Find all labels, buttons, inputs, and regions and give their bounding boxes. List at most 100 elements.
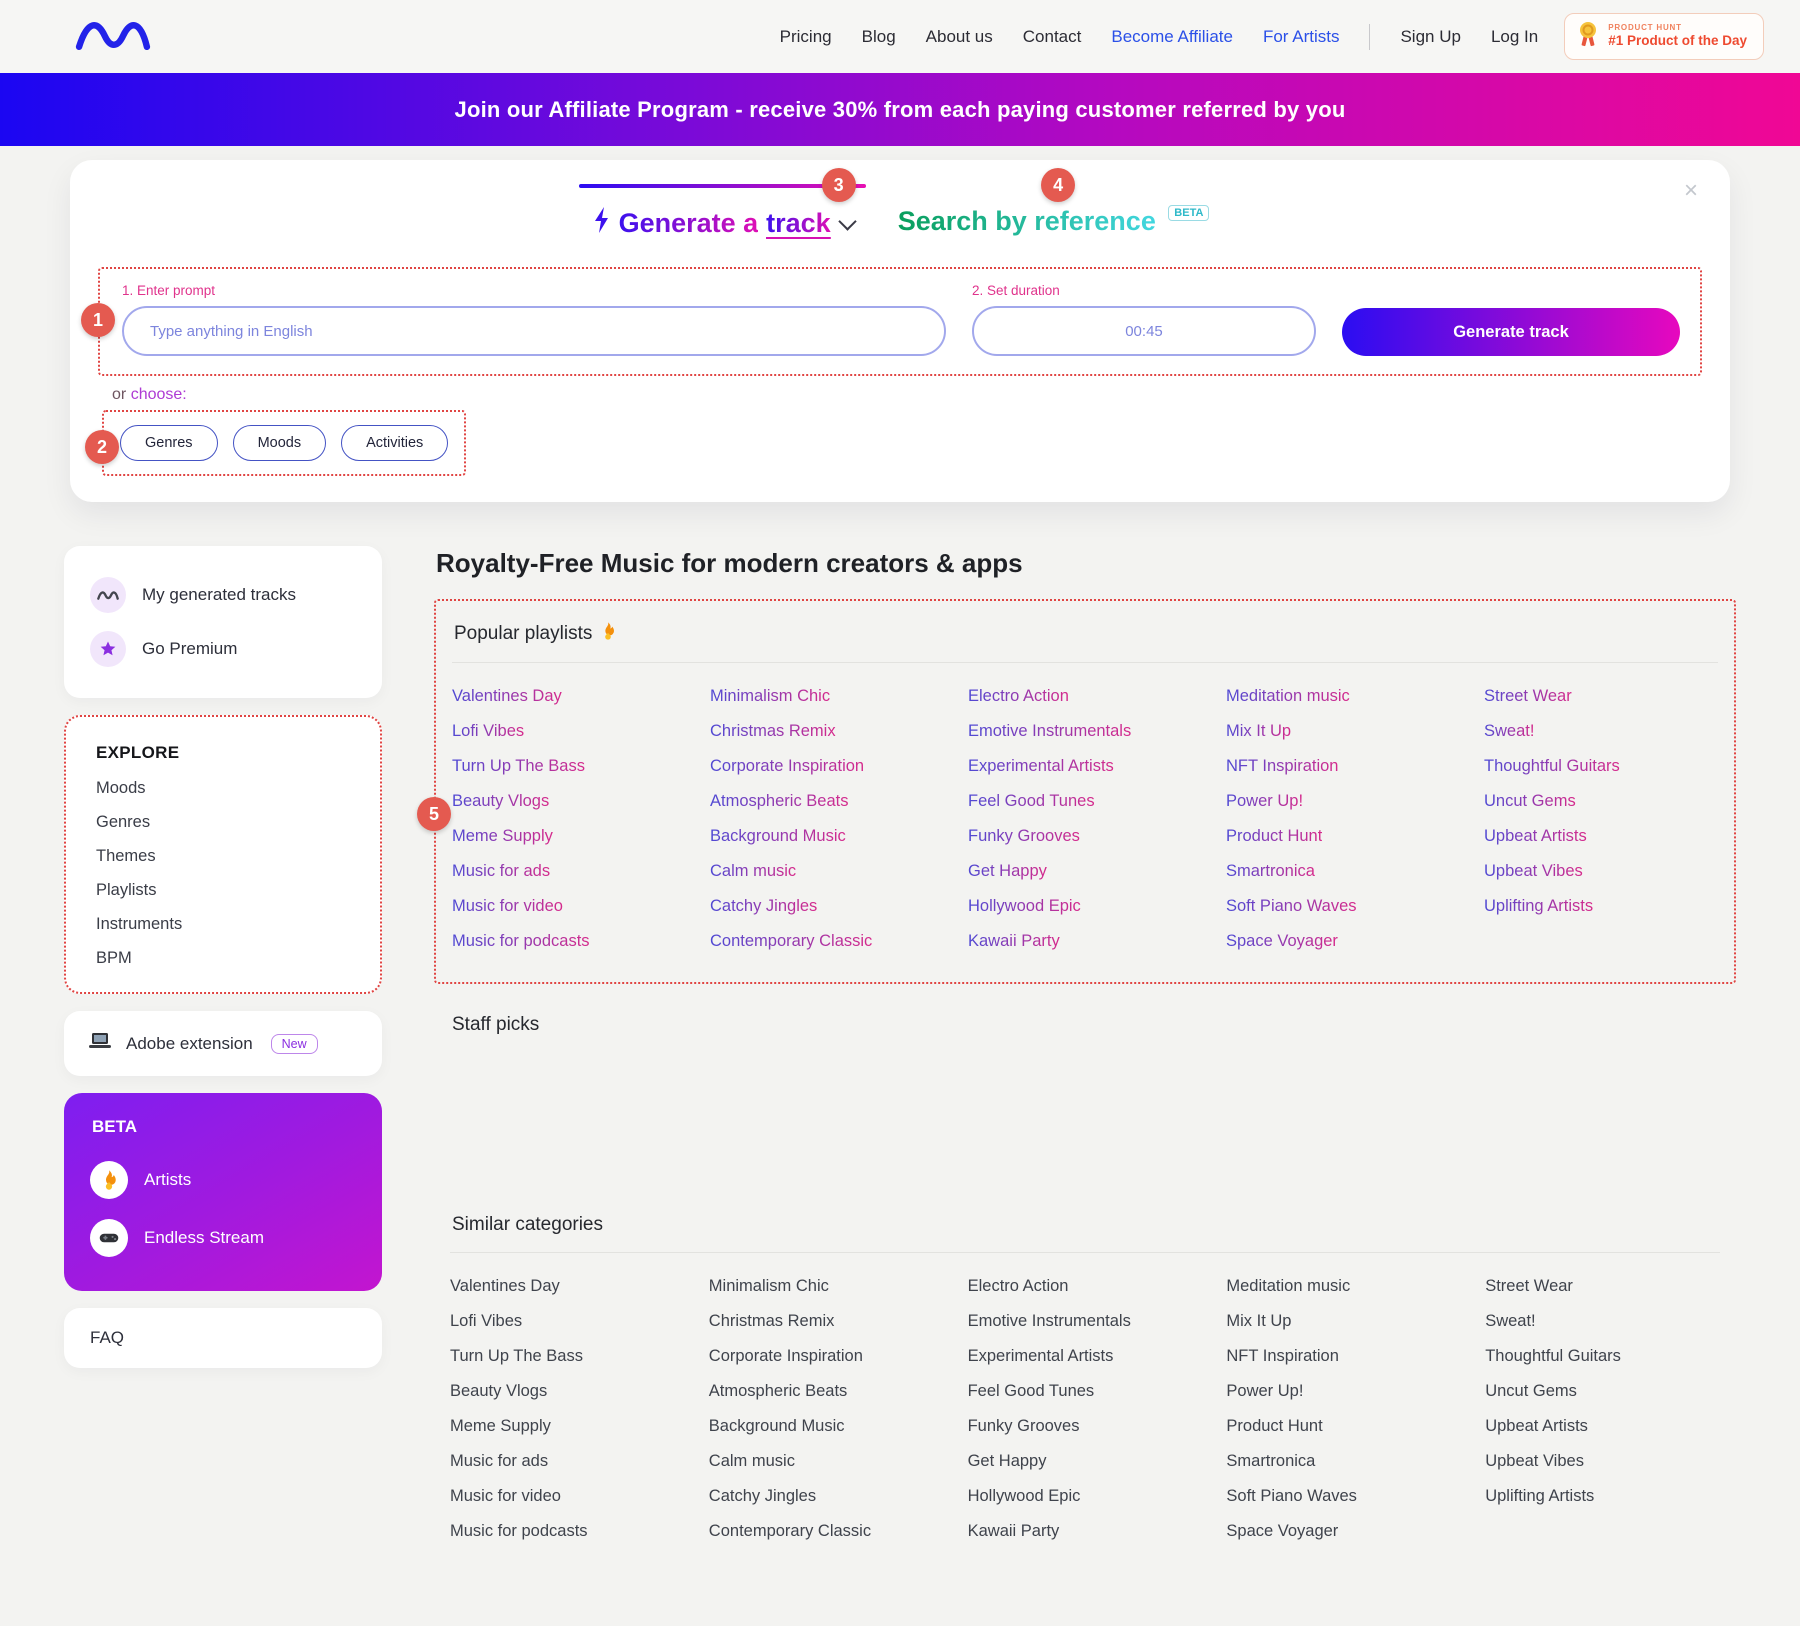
- category-link[interactable]: Meme Supply: [450, 1415, 551, 1437]
- playlist-link[interactable]: Kawaii Party: [968, 930, 1060, 952]
- playlist-link[interactable]: Feel Good Tunes: [968, 790, 1095, 812]
- category-link[interactable]: Background Music: [709, 1415, 845, 1437]
- playlist-link[interactable]: Upbeat Vibes: [1484, 860, 1583, 882]
- nav-blog[interactable]: Blog: [862, 27, 896, 47]
- playlist-link[interactable]: Smartronica: [1226, 860, 1315, 882]
- playlist-link[interactable]: Meditation music: [1226, 685, 1350, 707]
- sidebar-item-my-generated-tracks[interactable]: My generated tracks: [90, 568, 356, 622]
- playlist-link[interactable]: Space Voyager: [1226, 930, 1338, 952]
- category-link[interactable]: Atmospheric Beats: [709, 1380, 847, 1402]
- generate-track-button[interactable]: Generate track: [1342, 308, 1680, 356]
- playlist-link[interactable]: Sweat!: [1484, 720, 1534, 742]
- tab-search-by-reference[interactable]: 4 Search by reference BETA: [898, 184, 1210, 237]
- playlist-link[interactable]: Emotive Instrumentals: [968, 720, 1131, 742]
- playlist-link[interactable]: Background Music: [710, 825, 846, 847]
- sidebar-item-adobe-extension[interactable]: Adobe extension New: [64, 1011, 382, 1076]
- close-icon[interactable]: ×: [1678, 178, 1704, 204]
- duration-input[interactable]: [972, 306, 1316, 356]
- category-link[interactable]: Turn Up The Bass: [450, 1345, 583, 1367]
- sidebar-explore-link[interactable]: Instruments: [96, 915, 350, 934]
- category-link[interactable]: Experimental Artists: [968, 1345, 1114, 1367]
- category-link[interactable]: Contemporary Classic: [709, 1520, 871, 1542]
- playlist-link[interactable]: Soft Piano Waves: [1226, 895, 1357, 917]
- category-link[interactable]: Feel Good Tunes: [968, 1380, 1095, 1402]
- playlist-link[interactable]: Corporate Inspiration: [710, 755, 864, 777]
- category-link[interactable]: Upbeat Vibes: [1485, 1450, 1584, 1472]
- nav-log-in[interactable]: Log In: [1491, 27, 1538, 47]
- playlist-link[interactable]: Thoughtful Guitars: [1484, 755, 1620, 777]
- playlist-link[interactable]: Meme Supply: [452, 825, 553, 847]
- category-link[interactable]: Uncut Gems: [1485, 1380, 1577, 1402]
- playlist-link[interactable]: Uncut Gems: [1484, 790, 1576, 812]
- category-link[interactable]: Hollywood Epic: [968, 1485, 1081, 1507]
- playlist-link[interactable]: Funky Grooves: [968, 825, 1080, 847]
- playlist-link[interactable]: Calm music: [710, 860, 796, 882]
- playlist-link[interactable]: Minimalism Chic: [710, 685, 830, 707]
- category-link[interactable]: Power Up!: [1226, 1380, 1303, 1402]
- category-link[interactable]: Music for ads: [450, 1450, 548, 1472]
- category-link[interactable]: Electro Action: [968, 1275, 1069, 1297]
- tab-generate-track[interactable]: 3 Generate a track: [591, 184, 854, 241]
- sidebar-item-go-premium[interactable]: Go Premium: [90, 622, 356, 676]
- playlist-link[interactable]: Turn Up The Bass: [452, 755, 585, 777]
- sidebar-item-faq[interactable]: FAQ: [64, 1308, 382, 1368]
- playlist-link[interactable]: Experimental Artists: [968, 755, 1114, 777]
- playlist-link[interactable]: Atmospheric Beats: [710, 790, 848, 812]
- nav-for-artists[interactable]: For Artists: [1263, 27, 1340, 47]
- category-link[interactable]: Catchy Jingles: [709, 1485, 816, 1507]
- category-link[interactable]: Uplifting Artists: [1485, 1485, 1594, 1507]
- playlist-link[interactable]: Get Happy: [968, 860, 1047, 882]
- playlist-link[interactable]: Uplifting Artists: [1484, 895, 1593, 917]
- sidebar-explore-link[interactable]: BPM: [96, 949, 350, 968]
- prompt-input[interactable]: [122, 306, 946, 356]
- playlist-link[interactable]: Electro Action: [968, 685, 1069, 707]
- nav-sign-up[interactable]: Sign Up: [1400, 27, 1460, 47]
- sidebar-item-artists[interactable]: Artists: [90, 1151, 356, 1209]
- playlist-link[interactable]: Contemporary Classic: [710, 930, 872, 952]
- category-link[interactable]: Emotive Instrumentals: [968, 1310, 1131, 1332]
- category-link[interactable]: Sweat!: [1485, 1310, 1535, 1332]
- product-hunt-badge[interactable]: PRODUCT HUNT #1 Product of the Day: [1564, 13, 1764, 60]
- category-link[interactable]: Upbeat Artists: [1485, 1415, 1588, 1437]
- genres-pill-button[interactable]: Genres: [120, 425, 218, 461]
- playlist-link[interactable]: Upbeat Artists: [1484, 825, 1587, 847]
- playlist-link[interactable]: Music for podcasts: [452, 930, 590, 952]
- sidebar-explore-link[interactable]: Themes: [96, 847, 350, 866]
- category-link[interactable]: Calm music: [709, 1450, 795, 1472]
- playlist-link[interactable]: Catchy Jingles: [710, 895, 817, 917]
- category-link[interactable]: Product Hunt: [1226, 1415, 1322, 1437]
- category-link[interactable]: Christmas Remix: [709, 1310, 835, 1332]
- playlist-link[interactable]: Christmas Remix: [710, 720, 836, 742]
- playlist-link[interactable]: Beauty Vlogs: [452, 790, 549, 812]
- category-link[interactable]: Music for podcasts: [450, 1520, 588, 1542]
- playlist-link[interactable]: Mix It Up: [1226, 720, 1291, 742]
- category-link[interactable]: Valentines Day: [450, 1275, 560, 1297]
- sidebar-explore-link[interactable]: Moods: [96, 779, 350, 798]
- category-link[interactable]: Space Voyager: [1226, 1520, 1338, 1542]
- sidebar-explore-link[interactable]: Genres: [96, 813, 350, 832]
- nav-about[interactable]: About us: [926, 27, 993, 47]
- wave-logo-icon[interactable]: [72, 12, 154, 61]
- category-link[interactable]: Mix It Up: [1226, 1310, 1291, 1332]
- playlist-link[interactable]: Street Wear: [1484, 685, 1572, 707]
- category-link[interactable]: Funky Grooves: [968, 1415, 1080, 1437]
- sidebar-item-endless-stream[interactable]: Endless Stream: [90, 1209, 356, 1267]
- playlist-link[interactable]: Product Hunt: [1226, 825, 1322, 847]
- playlist-link[interactable]: NFT Inspiration: [1226, 755, 1339, 777]
- category-link[interactable]: Kawaii Party: [968, 1520, 1060, 1542]
- playlist-link[interactable]: Valentines Day: [452, 685, 562, 707]
- nav-pricing[interactable]: Pricing: [780, 27, 832, 47]
- activities-pill-button[interactable]: Activities: [341, 425, 448, 461]
- category-link[interactable]: Get Happy: [968, 1450, 1047, 1472]
- category-link[interactable]: Beauty Vlogs: [450, 1380, 547, 1402]
- nav-become-affiliate[interactable]: Become Affiliate: [1111, 27, 1233, 47]
- affiliate-banner[interactable]: Join our Affiliate Program - receive 30%…: [0, 73, 1800, 146]
- nav-contact[interactable]: Contact: [1023, 27, 1082, 47]
- playlist-link[interactable]: Hollywood Epic: [968, 895, 1081, 917]
- category-link[interactable]: Street Wear: [1485, 1275, 1573, 1297]
- moods-pill-button[interactable]: Moods: [233, 425, 327, 461]
- sidebar-explore-link[interactable]: Playlists: [96, 881, 350, 900]
- playlist-link[interactable]: Lofi Vibes: [452, 720, 524, 742]
- playlist-link[interactable]: Music for ads: [452, 860, 550, 882]
- playlist-link[interactable]: Music for video: [452, 895, 563, 917]
